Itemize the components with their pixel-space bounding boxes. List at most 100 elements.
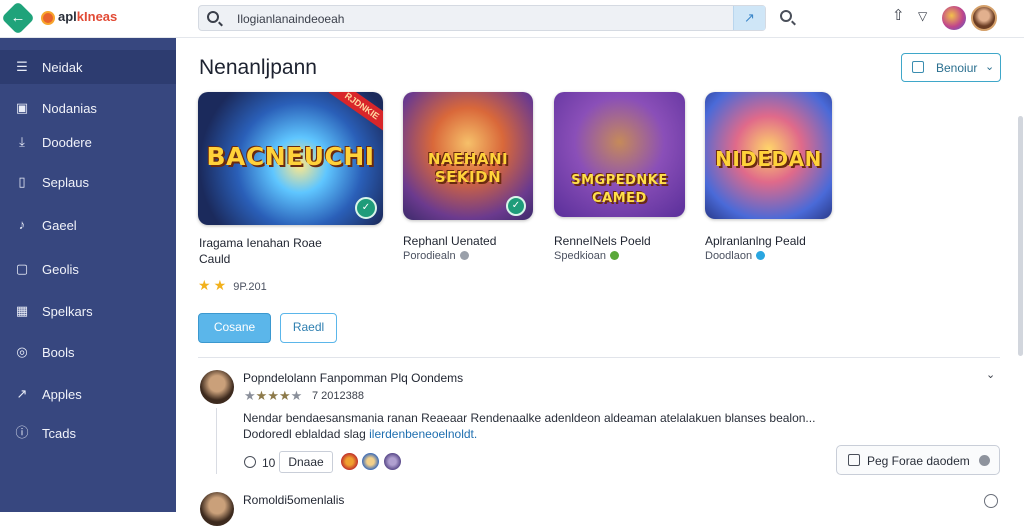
game-title-line2[interactable]: Cauld: [199, 252, 230, 266]
top-bar: ← aplkIneas Ilogianlanaindeoeah ↗ ⇧ ▽: [0, 0, 1024, 38]
game-card[interactable]: NAEHANI SEKIDN ✓: [403, 92, 533, 220]
brand-prefix: apl: [58, 9, 77, 24]
game-developer: Porodiealn: [403, 250, 469, 262]
developer-name: Spedkioan: [554, 250, 606, 262]
secondary-button[interactable]: Raedl: [280, 313, 337, 343]
review-rail: [216, 408, 217, 474]
game-developer: Spedkioan: [554, 250, 619, 262]
game-title[interactable]: Iragama Ienahan Roae: [199, 236, 322, 250]
search-icon: [207, 11, 219, 23]
share-icon[interactable]: ⇧: [892, 8, 906, 24]
star-icon: ★: [290, 388, 303, 403]
scrollbar[interactable]: [1018, 116, 1023, 356]
game-thumbnail[interactable]: RJDNKIE BACNEUCHI ✓: [198, 92, 383, 225]
reviewer-name[interactable]: Romoldi5omenlalis: [243, 493, 344, 507]
game-title[interactable]: Rephanl Uenated: [403, 234, 496, 248]
game-card[interactable]: NIDEDAN: [705, 92, 832, 219]
sidebar-item-1[interactable]: ▣ Nodanias: [0, 91, 176, 125]
search-bar[interactable]: Ilogianlanaindeoeah ↗: [198, 5, 766, 31]
page-title: Nenanljpann: [199, 56, 317, 79]
star-icon: ★: [278, 388, 291, 403]
game-thumbnail[interactable]: SMGPEDNKE CAMED: [554, 92, 685, 217]
developer-name: Porodiealn: [403, 250, 456, 262]
status-dot-icon: [459, 251, 469, 260]
report-button[interactable]: Peg Forae daodem: [836, 445, 1000, 475]
download-icon: ⤓: [19, 134, 25, 149]
sidebar-item-9[interactable]: ⓘ Tcads: [0, 416, 176, 450]
star-icon: ★: [244, 388, 256, 403]
chevron-down-icon: ⌄: [985, 61, 995, 73]
back-button[interactable]: ←: [1, 1, 35, 35]
brand-name[interactable]: aplkIneas: [58, 9, 117, 24]
sidebar-item-8[interactable]: ↗ Apples: [0, 377, 176, 411]
image-icon: ▣: [15, 100, 29, 115]
game-art-title: NIDEDAN: [715, 147, 822, 171]
sidebar-item-label: Apples: [42, 387, 82, 402]
reviewer-avatar[interactable]: [200, 370, 234, 404]
sidebar-item-label: Gaeel: [42, 218, 77, 233]
search-submit-button[interactable]: ↗: [733, 6, 765, 30]
flag-icon: [848, 454, 860, 466]
review-text-line: Dodoredl eblaldad slag ilerdenbeneoelnol…: [243, 426, 843, 442]
sidebar-item-5[interactable]: ▢ Geolis: [0, 252, 176, 286]
sidebar-item-4[interactable]: ♪ Gaeel: [0, 208, 176, 242]
sort-dropdown[interactable]: Benoiur ⌄: [901, 53, 1001, 82]
info-icon: ⓘ: [15, 425, 29, 440]
game-title[interactable]: RenneINels Poeld: [554, 234, 651, 248]
star-icon: ★: [198, 277, 211, 293]
game-ribbon: RJDNKIE: [328, 92, 383, 133]
reviewer-name[interactable]: Popndelolann Fanpomman Plq Oondems: [243, 371, 463, 385]
document-icon: ▯: [18, 174, 26, 189]
review-date: 7 2012388: [312, 390, 364, 402]
app-avatar[interactable]: [942, 6, 966, 30]
review-link[interactable]: ilerdenbeneoelnoldt.: [369, 427, 477, 441]
primary-button[interactable]: Cosane: [198, 313, 271, 343]
developer-name: Doodlaon: [705, 250, 753, 262]
sidebar-item-3[interactable]: ▯ Seplaus: [0, 165, 176, 199]
circle-icon: ◎: [16, 344, 28, 359]
sort-label: Benoiur: [936, 61, 978, 75]
game-card[interactable]: SMGPEDNKE CAMED: [554, 92, 685, 217]
sidebar-item-label: Spelkars: [42, 304, 93, 319]
report-label: Peg Forae daodem: [867, 454, 970, 468]
user-avatar[interactable]: [971, 5, 997, 31]
reaction-avatar[interactable]: [384, 453, 401, 470]
star-icon: ★: [255, 388, 268, 403]
grid-icon: ▦: [15, 303, 29, 318]
chevron-down-icon[interactable]: ⌄: [986, 368, 995, 381]
reaction-avatar[interactable]: [341, 453, 358, 470]
game-card[interactable]: RJDNKIE BACNEUCHI ✓: [198, 92, 383, 225]
search-input[interactable]: Ilogianlanaindeoeah: [237, 12, 344, 26]
more-icon[interactable]: [984, 494, 998, 508]
bag-icon: ▢: [15, 261, 29, 276]
clock-icon: [244, 456, 256, 468]
like-count: 10: [262, 456, 276, 470]
brand-suffix: kIneas: [76, 9, 118, 24]
reviewer-avatar[interactable]: [200, 492, 234, 526]
status-dot-icon: [756, 251, 766, 260]
sidebar-item-6[interactable]: ▦ Spelkars: [0, 294, 176, 328]
game-title[interactable]: Aplranlanlng Peald: [705, 234, 806, 248]
search-icon[interactable]: [780, 10, 792, 22]
back-arrow-icon: ←: [10, 9, 26, 26]
review-body: Nendar bendaesansmania ranan Reaeaar Ren…: [243, 410, 843, 442]
info-icon: [979, 455, 990, 466]
reaction-avatar[interactable]: [362, 453, 379, 470]
star-icon: ★: [213, 277, 227, 293]
game-thumbnail[interactable]: NIDEDAN: [705, 92, 832, 219]
sidebar-item-2[interactable]: ⤓ Doodere: [0, 125, 176, 159]
game-developer: Doodlaon: [705, 250, 766, 262]
sidebar-item-label: Seplaus: [42, 175, 89, 190]
sidebar: ☰ Neidak ▣ Nodanias ⤓ Doodere ▯ Seplaus ♪ Gae…: [0, 38, 176, 512]
sidebar-item-label: Doodere: [42, 135, 92, 150]
chart-icon: ↗: [16, 386, 28, 401]
filter-icon[interactable]: ▽: [918, 9, 927, 23]
rating-row: ★ ★ 9P.201: [198, 277, 267, 294]
sidebar-item-7[interactable]: ◎ Bools: [0, 335, 176, 369]
reply-button[interactable]: Dnaae: [279, 451, 333, 473]
sidebar-item-label: Neidak: [42, 60, 83, 75]
game-thumbnail[interactable]: NAEHANI SEKIDN ✓: [403, 92, 533, 220]
sidebar-item-0[interactable]: ☰ Neidak: [0, 50, 176, 84]
review-rating: ★★★★★: [244, 388, 302, 404]
music-icon: ♪: [18, 217, 26, 232]
